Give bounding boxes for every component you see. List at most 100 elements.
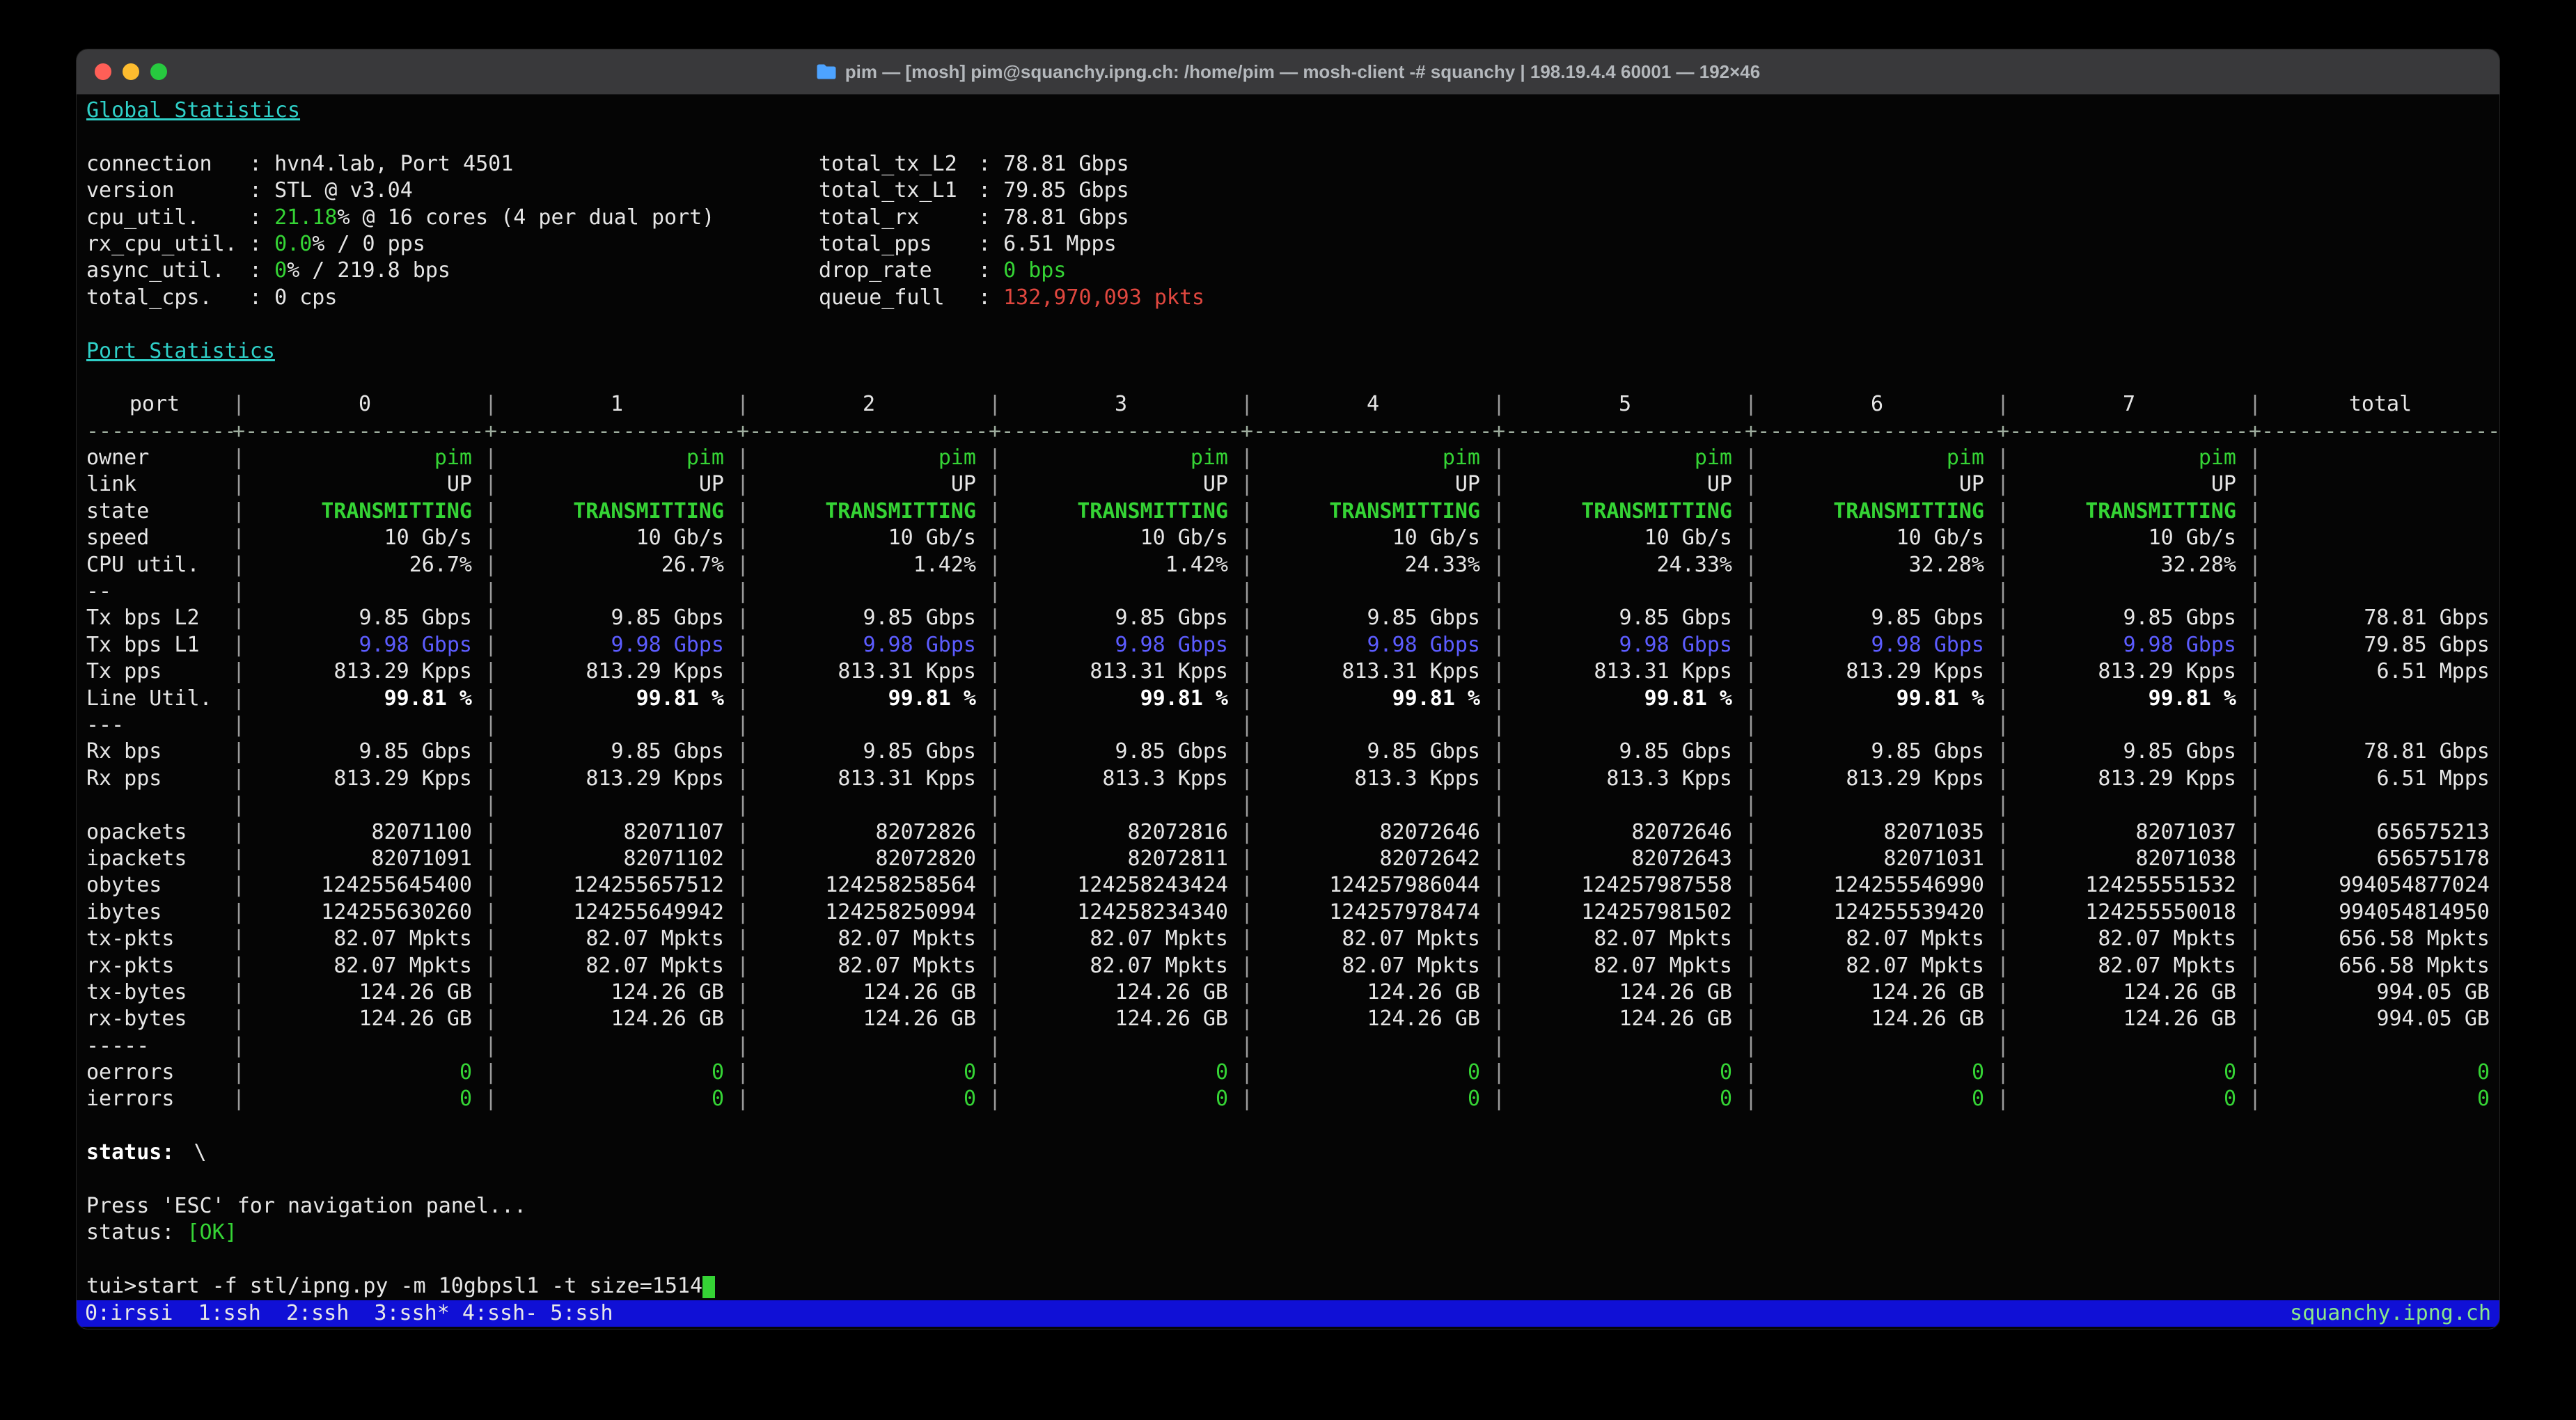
column-junction: + <box>737 418 749 445</box>
blank-line <box>77 124 2499 150</box>
row-label: Rx pps <box>77 766 233 792</box>
port-cell: |0 <box>989 1059 1241 1086</box>
stat-value: 0 bps <box>1003 258 1066 284</box>
row-label: -- <box>77 578 233 605</box>
cell-value: 24.33% <box>1505 552 1745 578</box>
port-cell: |99.81 % <box>1241 686 1493 712</box>
port-cell: |9.85 Gbps <box>737 605 989 631</box>
column-separator: | <box>1745 632 1757 658</box>
column-separator: | <box>1241 846 1253 872</box>
row-label: tx-bytes <box>77 979 233 1006</box>
port-cell: |124.26 GB <box>1745 979 1997 1006</box>
cell-value: 99.81 % <box>1001 686 1241 712</box>
port-cell: |124255551532 <box>1997 872 2249 899</box>
total-value <box>2261 445 2499 471</box>
row-label: ibytes <box>77 899 233 926</box>
cell-value: pim <box>1253 445 1493 471</box>
column-separator: | <box>737 471 749 498</box>
stat-key: async_util. <box>86 258 249 284</box>
total-value <box>2261 792 2499 819</box>
column-separator: | <box>1241 605 1253 631</box>
column-separator: | <box>989 819 1001 846</box>
cell-value: 99.81 % <box>2009 686 2249 712</box>
port-cell: | <box>989 578 1241 605</box>
column-separator: | <box>737 525 749 551</box>
column-separator: | <box>1493 819 1505 846</box>
port-cell: |UP <box>1241 471 1493 498</box>
column-separator: | <box>1493 1059 1505 1086</box>
cell-value: TRANSMITTING <box>749 498 989 525</box>
port-cell: | <box>1997 578 2249 605</box>
cell-value: 82.07 Mpkts <box>1505 926 1745 952</box>
port-cell: |813.29 Kpps <box>485 658 737 685</box>
cell-value: 124255550018 <box>2009 899 2249 926</box>
port-number: 7 <box>2009 391 2249 418</box>
port-cell: |0 <box>1493 1059 1745 1086</box>
port-cell: |TRANSMITTING <box>233 498 485 525</box>
port-cell: |10 Gb/s <box>989 525 1241 551</box>
port-cell: |813.29 Kpps <box>1745 658 1997 685</box>
column-separator: | <box>2249 578 2261 605</box>
statusbar-windows[interactable]: 0:irssi 1:ssh 2:ssh 3:ssh* 4:ssh- 5:ssh <box>85 1300 613 1327</box>
separator-dashes: ---------------------------------------- <box>245 418 485 445</box>
blank-line <box>77 311 2499 338</box>
cell-value: 82.07 Mpkts <box>2009 926 2249 952</box>
total-cell: |79.85 Gbps <box>2249 632 2499 658</box>
cell-value: 9.85 Gbps <box>245 739 485 765</box>
column-separator: | <box>1745 525 1757 551</box>
port-cell: |10 Gb/s <box>233 525 485 551</box>
cell-value: 124255539420 <box>1757 899 1997 926</box>
cell-value: 124258234340 <box>1001 899 1241 926</box>
terminal-content[interactable]: Global Statistics connection: hvn4.lab, … <box>77 95 2499 1327</box>
total-value: 656575178 <box>2261 846 2499 872</box>
minimize-button[interactable] <box>123 63 139 80</box>
column-separator: | <box>233 498 245 525</box>
cell-value: 813.31 Kpps <box>1253 658 1493 685</box>
stat-value: 0.0 <box>274 231 312 258</box>
column-separator: | <box>1493 712 1505 739</box>
prompt-line[interactable]: tui>start -f stl/ipng.py -m 10gbpsl1 -t … <box>77 1273 2499 1300</box>
cell-value: 9.98 Gbps <box>1253 632 1493 658</box>
global-stat-right: total_rx: 78.81 Gbps <box>819 205 1129 231</box>
port-cell: |124258250994 <box>737 899 989 926</box>
port-cell: |9.98 Gbps <box>1745 632 1997 658</box>
column-junction: + <box>1493 418 1505 445</box>
total-cell: |0 <box>2249 1086 2499 1112</box>
column-separator: | <box>1745 1033 1757 1059</box>
column-separator: | <box>233 739 245 765</box>
port-cell: |813.3 Kpps <box>989 766 1241 792</box>
total-value: 78.81 Gbps <box>2261 739 2499 765</box>
cell-value: 99.81 % <box>749 686 989 712</box>
column-separator: | <box>1997 819 2009 846</box>
column-separator: | <box>2249 792 2261 819</box>
port-cell: |10 Gb/s <box>485 525 737 551</box>
zoom-button[interactable] <box>150 63 167 80</box>
column-separator: | <box>1493 658 1505 685</box>
cell-value: 813.29 Kpps <box>1757 766 1997 792</box>
total-value: 994.05 GB <box>2261 1006 2499 1032</box>
cell-value: 124255630260 <box>245 899 485 926</box>
port-cell: |124.26 GB <box>989 1006 1241 1032</box>
total-cell: | <box>2249 686 2499 712</box>
port-cell: |813.3 Kpps <box>1241 766 1493 792</box>
titlebar[interactable]: pim — [mosh] pim@squanchy.ipng.ch: /home… <box>77 49 2499 95</box>
global-stat-right: queue_full: 132,970,093 pkts <box>819 285 1204 311</box>
stat-value: 0 <box>274 258 287 284</box>
port-cell: |124258258564 <box>737 872 989 899</box>
cell-value: 124.26 GB <box>749 979 989 1006</box>
cell-value: 9.85 Gbps <box>1757 739 1997 765</box>
column-junction: + <box>989 418 1001 445</box>
cell-value <box>1757 1033 1997 1059</box>
cell-value: 82071091 <box>245 846 485 872</box>
close-button[interactable] <box>95 63 111 80</box>
port-cell: |813.29 Kpps <box>1997 766 2249 792</box>
column-separator: | <box>2249 525 2261 551</box>
row-label: rx-bytes <box>77 1006 233 1032</box>
port-cell: |82.07 Mpkts <box>1997 953 2249 979</box>
cell-value: 10 Gb/s <box>245 525 485 551</box>
cell-value <box>497 792 737 819</box>
column-separator: | <box>1241 899 1253 926</box>
stat-key: connection <box>86 151 249 178</box>
column-separator: | <box>1241 766 1253 792</box>
cell-value <box>1757 578 1997 605</box>
